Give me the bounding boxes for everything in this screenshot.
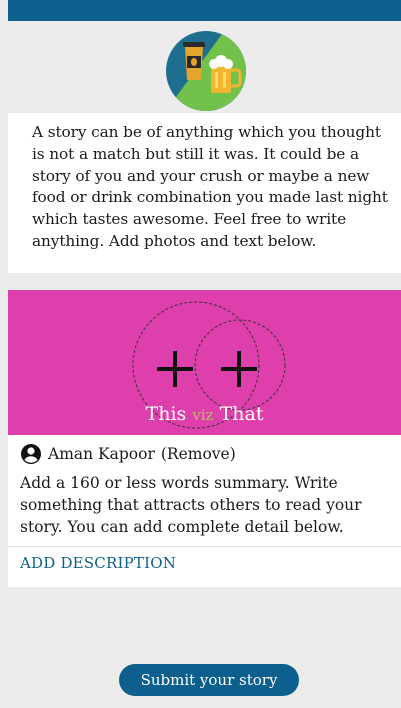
summary-input[interactable]: Add a 160 or less words summary. Write s… xyxy=(20,472,396,538)
remove-author-link[interactable]: (Remove) xyxy=(161,445,236,463)
submit-story-button[interactable]: Submit your story xyxy=(119,664,299,696)
hero-banner: This viz That xyxy=(8,290,401,435)
intro-panel: A story can be of anything which you tho… xyxy=(8,113,401,273)
author-row: Aman Kapoor (Remove) xyxy=(20,443,236,465)
add-right-photo-button[interactable] xyxy=(220,350,260,390)
intro-text: A story can be of anything which you tho… xyxy=(32,123,388,250)
hero-caption: This viz That xyxy=(8,403,401,425)
caption-viz: viz xyxy=(192,406,214,424)
divider xyxy=(8,546,401,547)
spacer xyxy=(8,273,401,289)
top-bar xyxy=(8,0,401,21)
user-avatar-icon xyxy=(21,444,41,464)
coffee-beer-logo-icon xyxy=(166,31,246,111)
caption-that: That xyxy=(219,403,264,425)
story-card: Aman Kapoor (Remove) Add a 160 or less w… xyxy=(8,435,401,587)
add-left-photo-button[interactable] xyxy=(156,350,196,390)
add-description-button[interactable]: ADD DESCRIPTION xyxy=(20,554,176,572)
author-name: Aman Kapoor xyxy=(48,445,155,463)
caption-this: This xyxy=(145,403,187,425)
